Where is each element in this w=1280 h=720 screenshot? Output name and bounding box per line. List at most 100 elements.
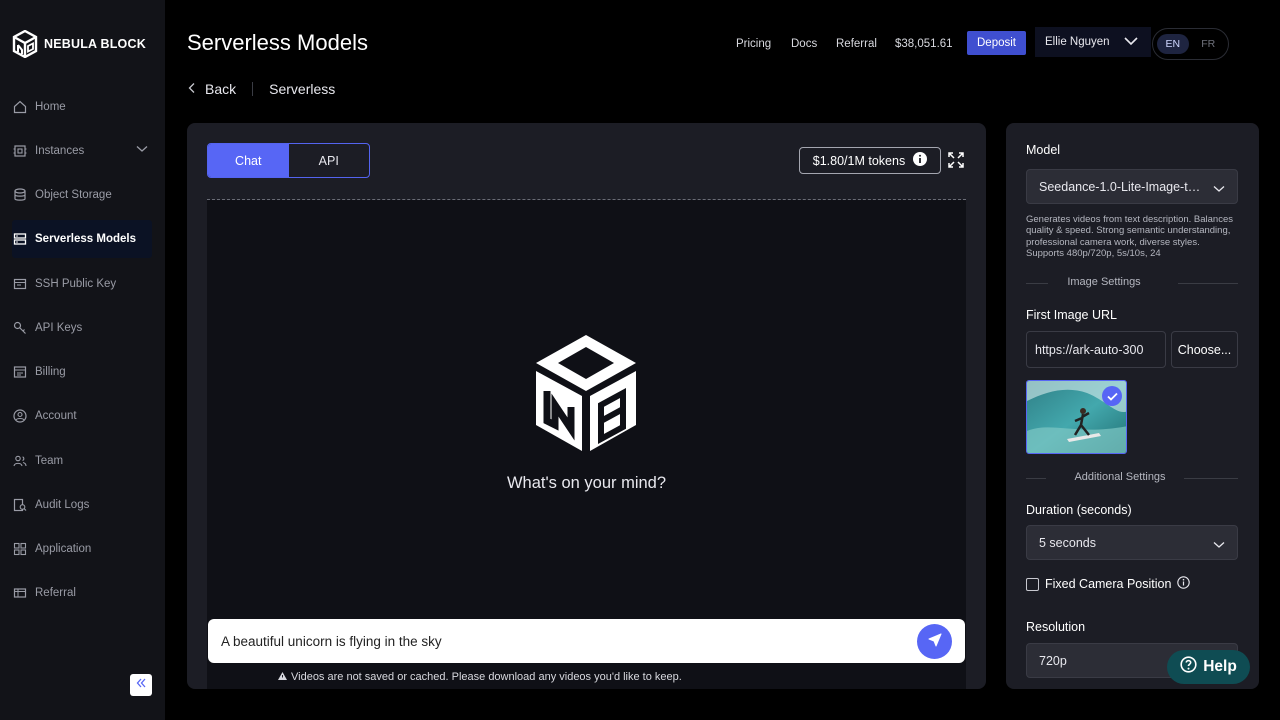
back-button[interactable]: Back (187, 81, 236, 97)
sidebar-item-label: Referral (35, 587, 76, 599)
help-icon (1180, 656, 1197, 678)
breadcrumb: Back Serverless (187, 78, 335, 100)
duration-select[interactable]: 5 seconds (1026, 525, 1238, 560)
docs-link[interactable]: Docs (791, 38, 817, 50)
first-image-url-input[interactable]: https://ark-auto-300 (1026, 331, 1166, 368)
empty-state-prompt: What's on your mind? (506, 474, 667, 492)
warning-icon (278, 671, 287, 683)
database-icon (12, 187, 28, 203)
double-chevron-left-icon (135, 676, 147, 694)
lang-en-button[interactable]: EN (1157, 34, 1189, 54)
first-image-label: First Image URL (1026, 308, 1117, 322)
help-label: Help (1203, 658, 1237, 675)
nebula-cube-logo-icon (533, 333, 639, 458)
choose-image-button[interactable]: Choose... (1171, 331, 1238, 368)
tab-api[interactable]: API (289, 144, 370, 177)
sidebar-item-label: SSH Public Key (35, 278, 117, 290)
check-icon (1102, 386, 1122, 406)
help-button[interactable]: Help (1167, 650, 1250, 684)
team-icon (12, 453, 28, 469)
model-label: Model (1026, 143, 1061, 157)
sidebar-item-instances[interactable]: Instances (12, 132, 152, 170)
chat-input-value: A beautiful unicorn is flying in the sky (221, 633, 442, 649)
breadcrumb-separator (252, 82, 254, 96)
sidebar-item-referral[interactable]: Referral (12, 574, 152, 612)
duration-select-value: 5 seconds (1039, 535, 1096, 550)
sidebar-item-home[interactable]: Home (12, 88, 152, 126)
sidebar-item-label: Account (35, 410, 77, 422)
account-balance: $38,051.61 (895, 38, 953, 50)
first-image-url-value: https://ark-auto-300 (1035, 342, 1144, 357)
sidebar-item-label: Serverless Models (35, 233, 137, 245)
fixed-camera-row: Fixed Camera Position (1026, 576, 1191, 592)
sidebar-item-label: Audit Logs (35, 499, 90, 511)
server-icon (12, 231, 28, 247)
key-icon (12, 320, 28, 336)
notice-text: Videos are not saved or cached. Please d… (291, 671, 682, 683)
fixed-camera-label: Fixed Camera Position (1045, 577, 1172, 591)
sidebar-item-account[interactable]: Account (12, 397, 152, 435)
chevron-down-icon (1213, 538, 1225, 552)
sidebar-item-object-storage[interactable]: Object Storage (12, 176, 152, 214)
deposit-button[interactable]: Deposit (967, 31, 1026, 55)
sidebar-item-label: Team (35, 455, 64, 467)
divider (207, 199, 966, 200)
sidebar-item-label: Instances (35, 145, 85, 157)
sidebar-item-label: Application (35, 543, 92, 555)
fullscreen-icon[interactable] (948, 152, 964, 173)
chevron-down-icon (1213, 182, 1225, 196)
additional-settings-heading: Additional Settings (1074, 471, 1166, 483)
chevron-down-icon (1123, 35, 1139, 50)
sidebar-item-audit-logs[interactable]: Audit Logs (12, 486, 152, 524)
chat-input[interactable]: A beautiful unicorn is flying in the sky (208, 619, 965, 663)
settings-panel: Model Seedance-1.0-Lite-Image-to-Video G… (1006, 123, 1259, 689)
sidebar-item-label: Object Storage (35, 189, 112, 201)
duration-label: Duration (seconds) (1026, 503, 1132, 517)
lang-fr-button[interactable]: FR (1193, 34, 1225, 54)
sidebar-item-label: API Keys (35, 322, 83, 334)
send-icon (928, 633, 942, 650)
additional-settings-divider: Additional Settings (1026, 471, 1238, 485)
sidebar-item-team[interactable]: Team (12, 442, 152, 480)
sidebar-item-label: Billing (35, 366, 66, 378)
chevron-down-icon[interactable] (136, 144, 148, 156)
info-icon[interactable] (1177, 576, 1191, 592)
resolution-label: Resolution (1026, 620, 1086, 634)
sidebar-item-ssh-public-key[interactable]: SSH Public Key (12, 265, 152, 303)
account-icon (12, 408, 28, 424)
collapse-sidebar-button[interactable] (130, 674, 152, 696)
instances-icon (12, 143, 28, 159)
billing-icon (12, 364, 28, 380)
sidebar: NEBULA BLOCK Home Instances Object Stora… (0, 0, 165, 720)
app-root: NEBULA BLOCK Home Instances Object Stora… (0, 0, 1280, 720)
image-settings-heading: Image Settings (1067, 276, 1141, 288)
chat-panel: Chat API $1.80/1M tokens What's on your … (187, 123, 986, 689)
fixed-camera-checkbox[interactable] (1026, 577, 1039, 591)
pricing-link[interactable]: Pricing (736, 38, 771, 50)
user-menu[interactable]: Ellie Nguyen (1035, 27, 1151, 57)
model-description: Generates videos from text description. … (1026, 214, 1233, 260)
referral-icon (12, 585, 28, 601)
model-select[interactable]: Seedance-1.0-Lite-Image-to-Video (1026, 169, 1238, 204)
home-icon (12, 99, 28, 115)
sidebar-item-label: Home (35, 101, 66, 113)
sidebar-item-serverless-models[interactable]: Serverless Models (12, 220, 152, 258)
back-label: Back (205, 81, 237, 97)
mode-tabs: Chat API (207, 143, 370, 178)
price-badge: $1.80/1M tokens (799, 147, 941, 174)
chevron-left-icon (187, 81, 197, 97)
send-button[interactable] (917, 624, 952, 659)
info-icon[interactable] (913, 152, 928, 169)
application-icon (12, 541, 28, 557)
video-notice: Videos are not saved or cached. Please d… (278, 671, 682, 683)
image-settings-divider: Image Settings (1026, 276, 1238, 290)
breadcrumb-current: Serverless (269, 81, 336, 97)
referral-link[interactable]: Referral (836, 38, 877, 50)
tab-chat[interactable]: Chat (208, 144, 289, 177)
sidebar-item-application[interactable]: Application (12, 530, 152, 568)
sidebar-item-api-keys[interactable]: API Keys (12, 309, 152, 347)
user-name: Ellie Nguyen (1045, 36, 1110, 48)
price-text: $1.80/1M tokens (812, 153, 906, 168)
ssh-key-icon (12, 276, 28, 292)
sidebar-item-billing[interactable]: Billing (12, 353, 152, 391)
